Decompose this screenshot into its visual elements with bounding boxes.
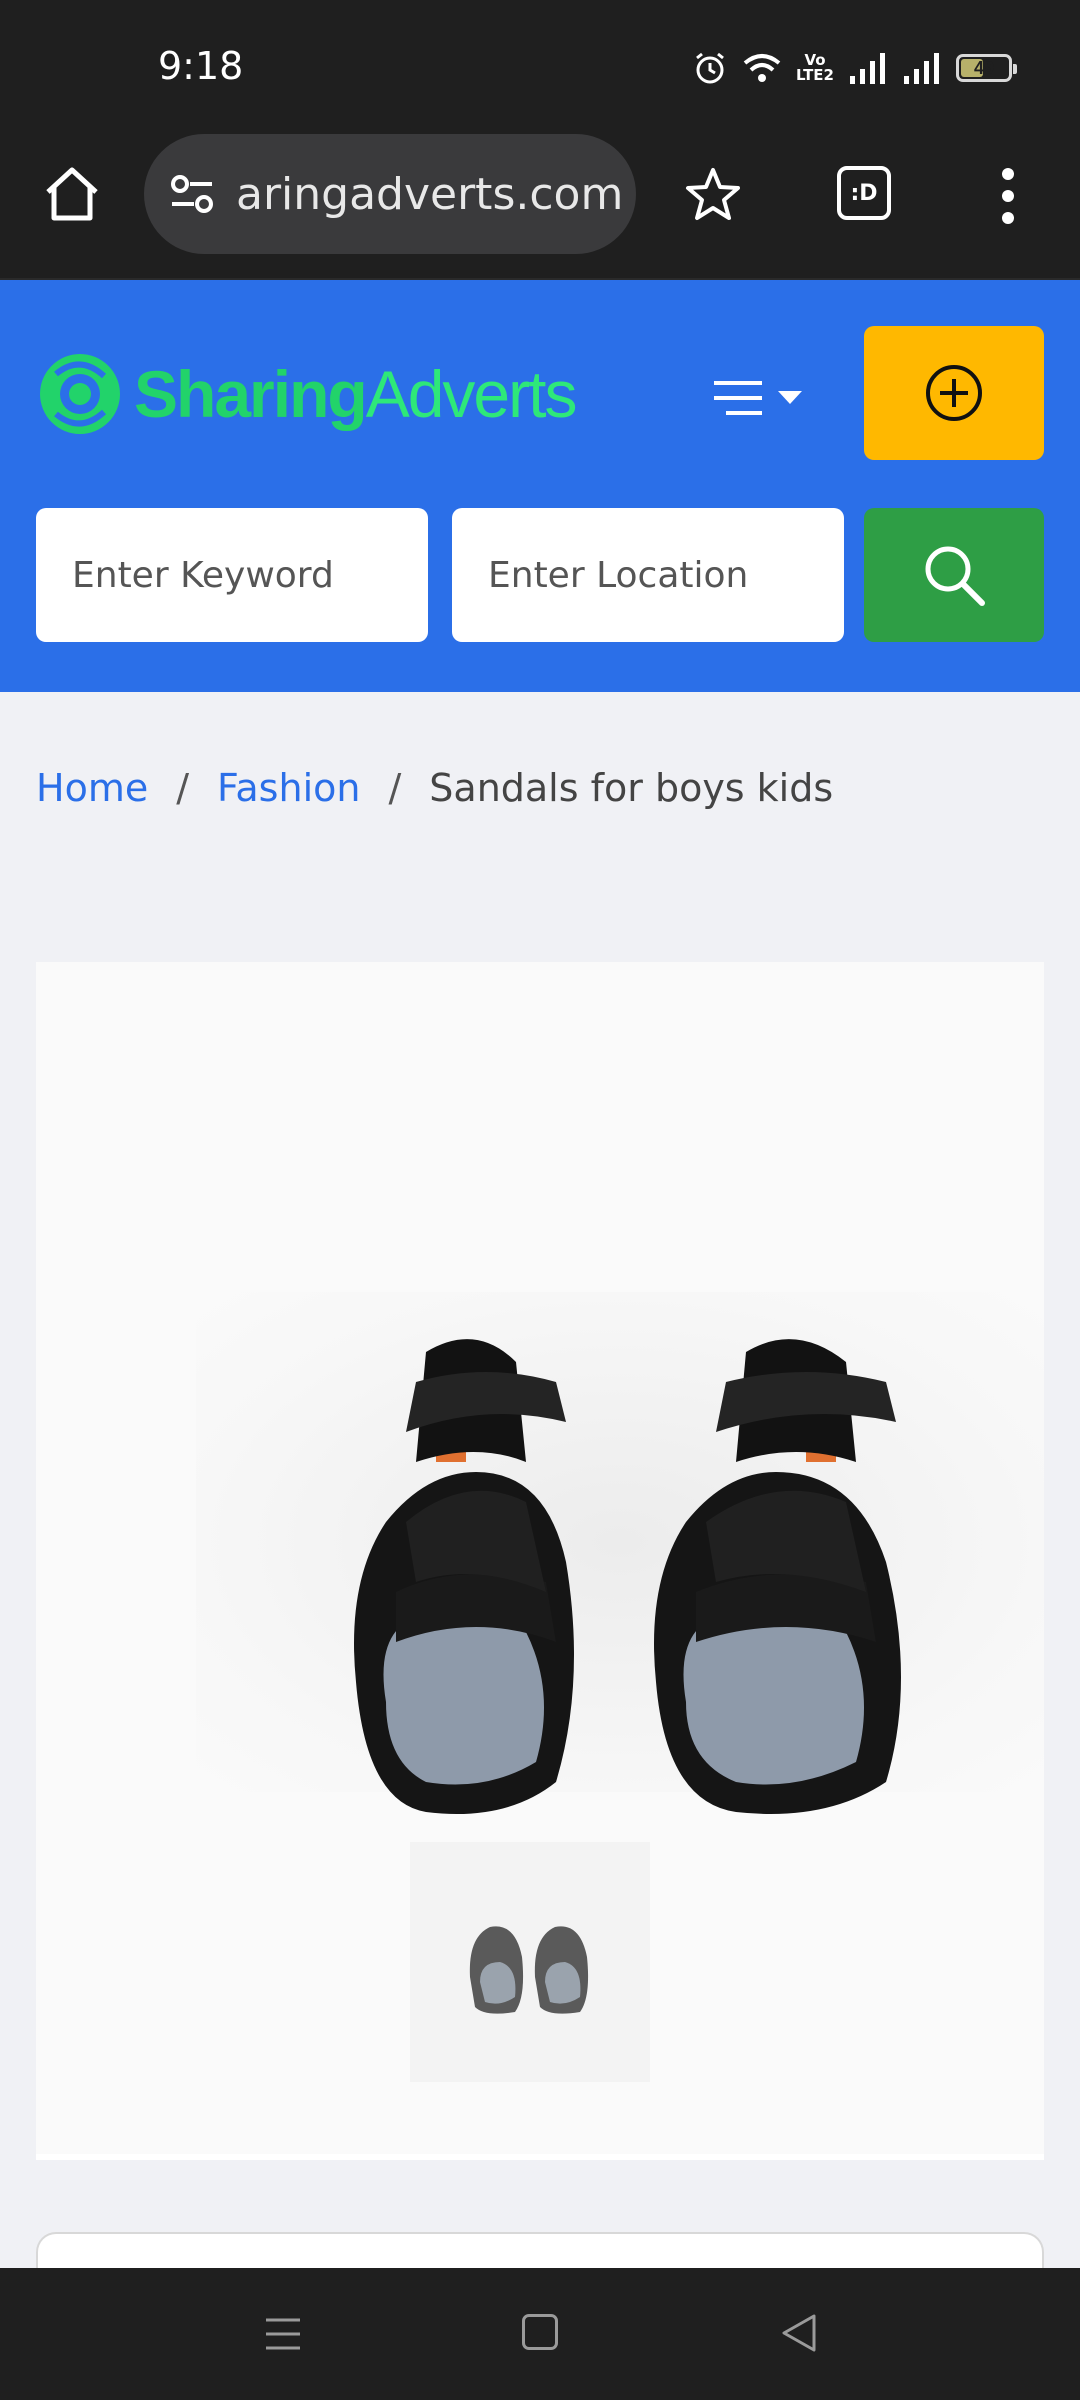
menu-lines-icon — [714, 381, 762, 415]
logo-mark-icon — [40, 354, 120, 434]
signal-icon — [850, 53, 885, 84]
system-nav-bar — [0, 2268, 1080, 2400]
site-header: SharingAdverts — [0, 280, 1080, 692]
logo-text-part1: Sharing — [134, 357, 368, 431]
post-ad-button[interactable] — [864, 326, 1044, 460]
more-menu-icon[interactable] — [996, 166, 1020, 226]
breadcrumb-category-link[interactable]: Fashion — [217, 766, 360, 810]
battery-icon: 49 — [956, 54, 1017, 82]
recents-icon[interactable] — [264, 2314, 302, 2354]
breadcrumb-separator: / — [388, 766, 402, 810]
keyword-input[interactable] — [36, 508, 428, 642]
status-bar: 9:18 Vo LTE2 49 — [0, 0, 1080, 130]
url-text: aringadverts.com — [236, 168, 624, 220]
product-thumbnail[interactable] — [410, 1842, 650, 2082]
battery-level: 49 — [973, 57, 995, 78]
home-icon[interactable] — [40, 162, 104, 226]
status-icons: Vo LTE2 49 — [692, 48, 1017, 88]
bookmark-star-icon[interactable] — [684, 166, 742, 224]
breadcrumb-home-link[interactable]: Home — [36, 766, 148, 810]
breadcrumb: Home / Fashion / Sandals for boys kids — [36, 766, 833, 810]
address-bar[interactable]: aringadverts.com — [144, 134, 636, 254]
logo-text-part2: Adverts — [365, 357, 578, 431]
volte-icon: Vo LTE2 — [796, 51, 834, 84]
chevron-down-icon — [778, 391, 802, 404]
search-button[interactable] — [864, 508, 1044, 642]
logo-text: SharingAdverts — [134, 356, 578, 432]
right-sandal — [654, 1339, 901, 1814]
product-image-gallery[interactable] — [36, 962, 1044, 2160]
wifi-icon — [743, 54, 781, 82]
signal-icon — [904, 53, 939, 84]
left-sandal — [354, 1339, 574, 1814]
browser-toolbar: aringadverts.com :D — [0, 130, 1080, 280]
product-image — [354, 1339, 901, 1814]
breadcrumb-current: Sandals for boys kids — [429, 766, 834, 810]
search-icon — [925, 546, 985, 606]
breadcrumb-separator: / — [176, 766, 190, 810]
alarm-icon — [696, 52, 724, 84]
thumbnail-image — [469, 1926, 589, 2014]
site-settings-icon[interactable] — [168, 170, 216, 218]
menu-toggle-button[interactable] — [712, 368, 820, 428]
site-logo[interactable]: SharingAdverts — [36, 334, 578, 454]
tabs-icon[interactable]: :D — [837, 166, 891, 220]
back-icon[interactable] — [778, 2312, 818, 2354]
plus-circle-icon — [926, 365, 982, 421]
status-time: 9:18 — [158, 44, 244, 88]
home-nav-icon[interactable] — [522, 2314, 558, 2350]
location-input[interactable] — [452, 508, 844, 642]
